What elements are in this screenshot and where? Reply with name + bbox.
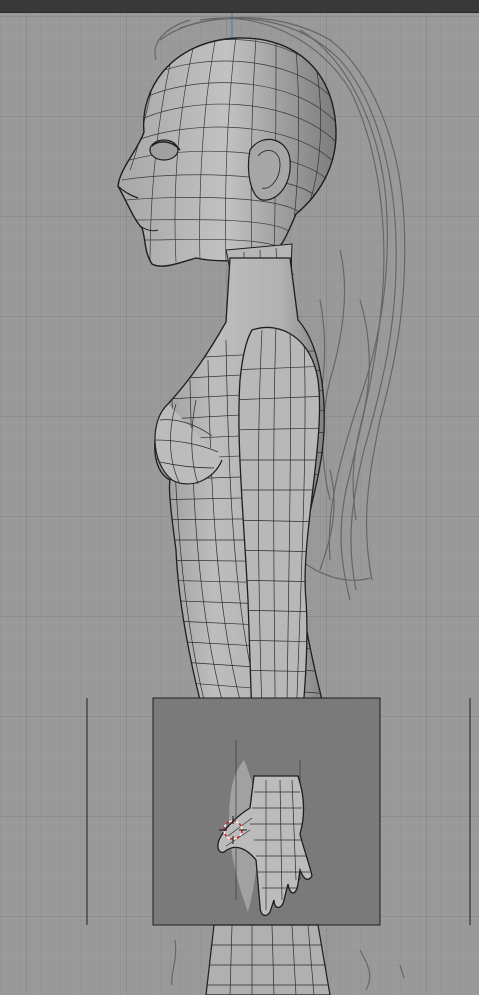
viewport-header-bar[interactable]: [0, 0, 479, 13]
character-leg[interactable]: [200, 924, 340, 995]
3d-viewport[interactable]: [0, 0, 479, 995]
eye-socket: [149, 139, 179, 161]
viewport-canvas[interactable]: [0, 0, 479, 995]
